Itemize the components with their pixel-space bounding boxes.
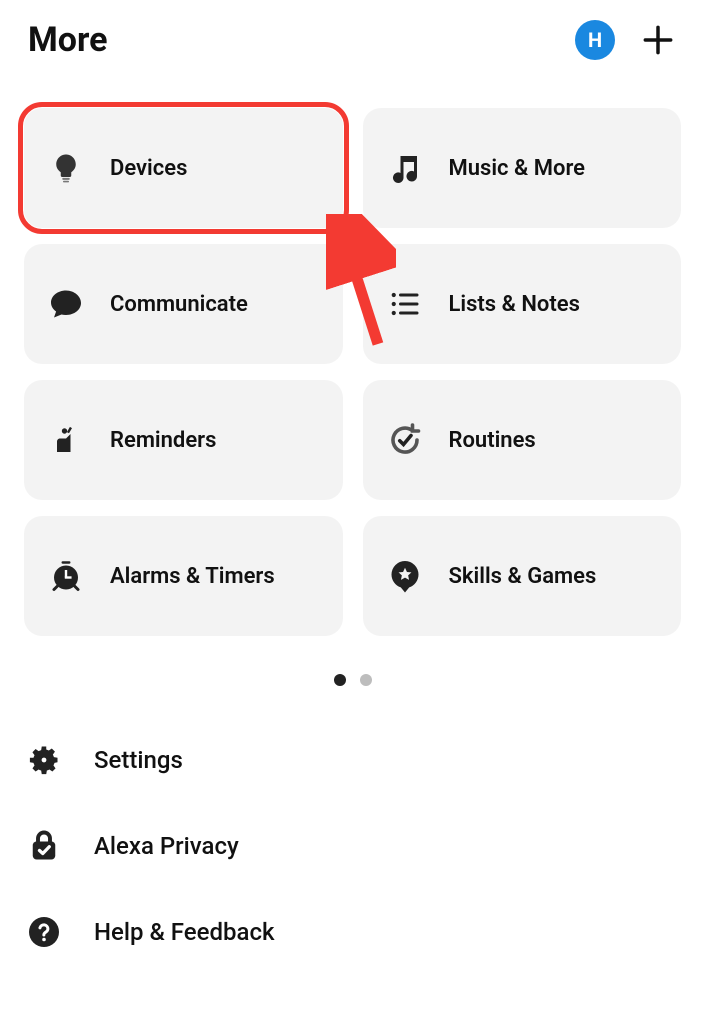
routines-icon: [385, 420, 425, 460]
page-indicator: [0, 674, 705, 686]
settings-list: Settings Alexa Privacy Help & Feedback: [24, 740, 681, 952]
pager-dot-1[interactable]: [334, 674, 346, 686]
gear-icon: [24, 740, 64, 780]
page-title: More: [28, 20, 107, 60]
tile-label: Devices: [110, 156, 187, 181]
chat-bubble-icon: [46, 284, 86, 324]
profile-initial: H: [588, 28, 602, 52]
tile-music[interactable]: Music & More: [363, 108, 682, 228]
tile-label: Music & More: [449, 156, 586, 181]
tile-label: Lists & Notes: [449, 292, 580, 317]
pager-dot-2[interactable]: [360, 674, 372, 686]
list-label: Settings: [94, 746, 183, 774]
tile-lists[interactable]: Lists & Notes: [363, 244, 682, 364]
header: More H: [0, 0, 705, 70]
tiles-grid: Devices Music & More Communicate Lists &…: [24, 108, 681, 636]
list-item-settings[interactable]: Settings: [24, 740, 681, 780]
reminder-icon: [46, 420, 86, 460]
tile-label: Alarms & Timers: [110, 564, 275, 589]
lock-check-icon: [24, 826, 64, 866]
star-badge-icon: [385, 556, 425, 596]
header-right: H: [575, 20, 677, 60]
add-button[interactable]: [639, 21, 677, 59]
bulb-icon: [46, 148, 86, 188]
list-icon: [385, 284, 425, 324]
tile-label: Routines: [449, 428, 536, 453]
list-item-help[interactable]: Help & Feedback: [24, 912, 681, 952]
alarm-clock-icon: [46, 556, 86, 596]
tile-label: Reminders: [110, 428, 216, 453]
tile-alarms[interactable]: Alarms & Timers: [24, 516, 343, 636]
tile-skills[interactable]: Skills & Games: [363, 516, 682, 636]
tile-communicate[interactable]: Communicate: [24, 244, 343, 364]
profile-badge[interactable]: H: [575, 20, 615, 60]
tile-devices[interactable]: Devices: [24, 108, 343, 228]
tile-reminders[interactable]: Reminders: [24, 380, 343, 500]
list-item-privacy[interactable]: Alexa Privacy: [24, 826, 681, 866]
tile-label: Skills & Games: [449, 564, 597, 589]
tile-routines[interactable]: Routines: [363, 380, 682, 500]
list-label: Help & Feedback: [94, 918, 274, 946]
tile-label: Communicate: [110, 292, 248, 317]
list-label: Alexa Privacy: [94, 832, 239, 860]
question-circle-icon: [24, 912, 64, 952]
music-note-icon: [385, 148, 425, 188]
